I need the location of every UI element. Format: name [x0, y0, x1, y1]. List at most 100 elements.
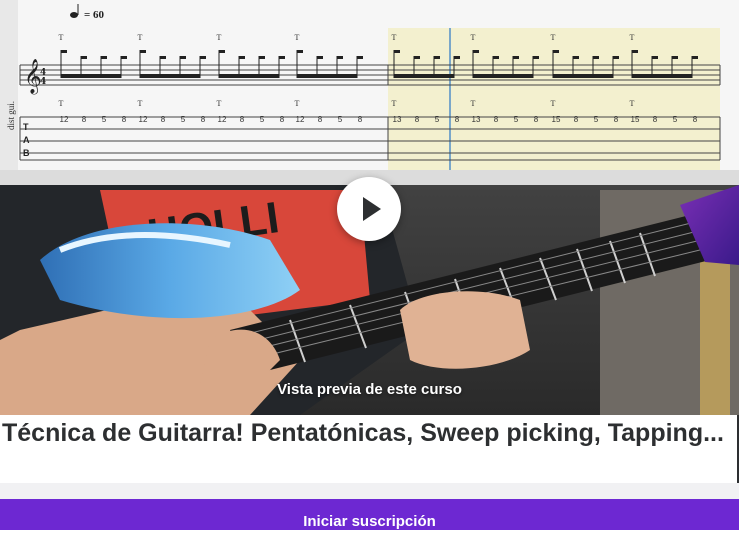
tab-number: 8 — [494, 115, 499, 124]
tab-number: 5 — [102, 115, 107, 124]
tab-number: 8 — [280, 115, 285, 124]
play-button[interactable] — [337, 177, 401, 241]
tab-number: 8 — [240, 115, 245, 124]
note-beam — [140, 74, 200, 78]
note-head — [239, 56, 245, 59]
tap-mark: T — [551, 99, 556, 108]
note-head — [121, 56, 127, 59]
tab-number: 12 — [60, 115, 69, 124]
note-beam — [297, 74, 357, 78]
note-head — [632, 50, 638, 53]
tap-mark: T — [217, 99, 222, 108]
note-head — [180, 56, 186, 59]
tab-number: 8 — [415, 115, 420, 124]
tab-number: 15 — [631, 115, 640, 124]
tap-mark: T — [392, 99, 397, 108]
play-icon — [363, 197, 381, 221]
note-head — [61, 50, 67, 53]
tab-number: 12 — [139, 115, 148, 124]
tap-mark: T — [59, 99, 64, 108]
divider — [0, 483, 739, 499]
tab-number: 5 — [673, 115, 678, 124]
tap-mark: T — [295, 99, 300, 108]
note-head — [593, 56, 599, 59]
tab-number: 15 — [552, 115, 561, 124]
note-head — [613, 56, 619, 59]
note-head — [553, 50, 559, 53]
tab-number: 8 — [653, 115, 658, 124]
tab-number: 8 — [161, 115, 166, 124]
note-head — [81, 56, 87, 59]
note-head — [652, 56, 658, 59]
tap-mark: T — [551, 33, 556, 42]
tab-number: 8 — [574, 115, 579, 124]
note-beam — [61, 74, 121, 78]
svg-text:dist gui.: dist gui. — [6, 101, 16, 130]
tap-mark: T — [295, 33, 300, 42]
note-head — [279, 56, 285, 59]
note-head — [573, 56, 579, 59]
svg-text:T: T — [23, 122, 29, 132]
tab-number: 8 — [122, 115, 127, 124]
tab-number: 5 — [260, 115, 265, 124]
note-head — [454, 56, 460, 59]
note-head — [434, 56, 440, 59]
tab-number: 13 — [393, 115, 402, 124]
tab-number: 12 — [296, 115, 305, 124]
svg-text:B: B — [23, 148, 30, 158]
note-head — [140, 50, 146, 53]
tab-number: 12 — [218, 115, 227, 124]
tab-number: 5 — [435, 115, 440, 124]
svg-text:4: 4 — [40, 77, 46, 87]
tap-mark: T — [138, 99, 143, 108]
note-head — [394, 50, 400, 53]
note-head — [357, 56, 363, 59]
note-head — [160, 56, 166, 59]
tap-mark: T — [471, 99, 476, 108]
note-head — [473, 50, 479, 53]
note-beam — [219, 74, 279, 78]
tap-mark: T — [217, 33, 222, 42]
tap-mark: T — [138, 33, 143, 42]
note-head — [414, 56, 420, 59]
svg-text:A: A — [23, 135, 30, 145]
tab-number: 5 — [181, 115, 186, 124]
tab-number: 8 — [534, 115, 539, 124]
tab-number: 8 — [318, 115, 323, 124]
tab-number: 8 — [82, 115, 87, 124]
note-head — [259, 56, 265, 59]
preview-caption: Vista previa de este curso — [277, 381, 462, 398]
course-preview[interactable]: HOLLI STER — [0, 0, 739, 415]
note-beam — [632, 74, 692, 78]
note-head — [493, 56, 499, 59]
tap-mark: T — [392, 33, 397, 42]
course-title: Técnica de Guitarra! Pentatónicas, Sweep… — [2, 419, 724, 447]
note-beam — [553, 74, 613, 78]
tab-number: 8 — [455, 115, 460, 124]
note-head — [533, 56, 539, 59]
tab-number: 5 — [338, 115, 343, 124]
note-head — [101, 56, 107, 59]
tab-number: 5 — [514, 115, 519, 124]
svg-text:= 60: = 60 — [84, 9, 105, 21]
tap-mark: T — [630, 99, 635, 108]
note-head — [692, 56, 698, 59]
note-beam — [473, 74, 533, 78]
tab-number: 13 — [472, 115, 481, 124]
note-head — [317, 56, 323, 59]
tap-mark: T — [630, 33, 635, 42]
tap-mark: T — [59, 33, 64, 42]
subscribe-button[interactable]: Iniciar suscripción — [0, 499, 739, 530]
tab-number: 8 — [201, 115, 206, 124]
note-beam — [394, 74, 454, 78]
note-head — [297, 50, 303, 53]
tab-number: 8 — [693, 115, 698, 124]
tap-mark: T — [471, 33, 476, 42]
tab-number: 8 — [358, 115, 363, 124]
tab-number: 5 — [594, 115, 599, 124]
tab-number: 8 — [614, 115, 619, 124]
note-head — [672, 56, 678, 59]
note-head — [337, 56, 343, 59]
note-head — [200, 56, 206, 59]
note-head — [219, 50, 225, 53]
